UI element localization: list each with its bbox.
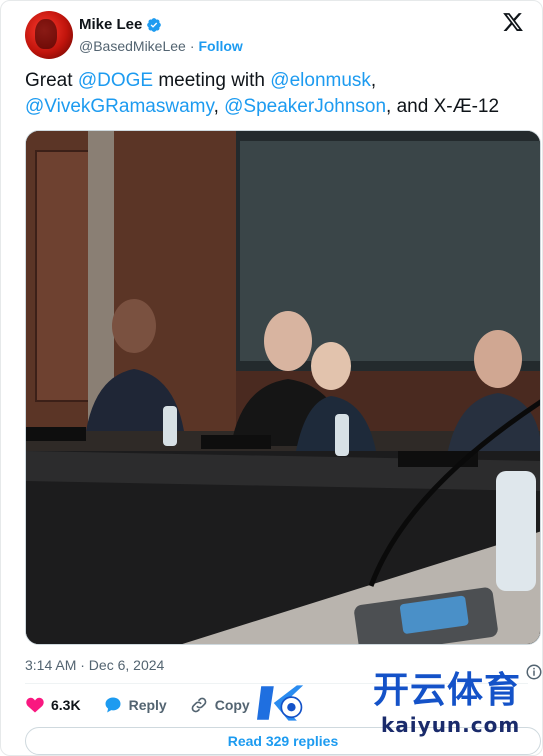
verified-badge-icon bbox=[147, 17, 162, 32]
action-bar: 6.3K Reply Copy bbox=[25, 664, 542, 717]
reply-bubble-icon bbox=[105, 697, 121, 713]
author-name[interactable]: Mike Lee bbox=[79, 16, 142, 33]
heart-icon bbox=[26, 697, 44, 713]
copy-label: Copy bbox=[214, 697, 250, 713]
reply-button[interactable]: Reply bbox=[103, 695, 167, 715]
mention-link[interactable]: @SpeakerJohnson bbox=[224, 96, 386, 117]
like-count: 6.3K bbox=[51, 697, 81, 713]
watermark-en: kaiyun.com bbox=[381, 713, 521, 737]
tweet-text-segment: , and X-Æ-12 bbox=[386, 96, 500, 117]
tweet-text-segment: Great bbox=[25, 70, 78, 91]
tweet-text-segment: meeting with bbox=[153, 70, 271, 91]
reply-label: Reply bbox=[128, 697, 167, 713]
follow-button[interactable]: Follow bbox=[199, 38, 243, 54]
link-icon bbox=[191, 697, 207, 713]
x-logo-icon[interactable] bbox=[502, 11, 524, 33]
handle-line: @BasedMikeLee · Follow bbox=[79, 38, 243, 54]
tweet-text: Great @DOGE meeting with @elonmusk, @Viv… bbox=[25, 68, 525, 120]
watermark-cn: 开云体育 bbox=[373, 670, 522, 711]
separator-dot: · bbox=[189, 38, 195, 54]
mention-link[interactable]: @VivekGRamaswamy bbox=[25, 96, 214, 117]
like-button[interactable]: 6.3K bbox=[25, 695, 81, 715]
author-handle[interactable]: @BasedMikeLee bbox=[79, 38, 186, 54]
mention-link[interactable]: @elonmusk bbox=[270, 70, 371, 91]
name-line: Mike Lee bbox=[79, 16, 162, 33]
info-icon[interactable] bbox=[525, 663, 543, 681]
tweet-header: Mike Lee @BasedMikeLee · Follow bbox=[25, 11, 528, 59]
mention-link[interactable]: @DOGE bbox=[78, 70, 153, 91]
tweet-photo[interactable] bbox=[25, 130, 541, 645]
copy-link-button[interactable]: Copy bbox=[189, 695, 250, 715]
tweet-timestamp[interactable]: 3:14 AM · Dec 6, 2024 bbox=[25, 657, 164, 673]
tweet-text-segment: , bbox=[370, 70, 377, 91]
avatar[interactable] bbox=[25, 11, 73, 59]
kaiyun-logo-icon bbox=[257, 685, 304, 721]
meeting-photo-illustration bbox=[26, 131, 540, 644]
tweet-card: Mike Lee @BasedMikeLee · Follow Great @D… bbox=[0, 0, 543, 756]
tweet-text-segment: , bbox=[213, 96, 225, 117]
